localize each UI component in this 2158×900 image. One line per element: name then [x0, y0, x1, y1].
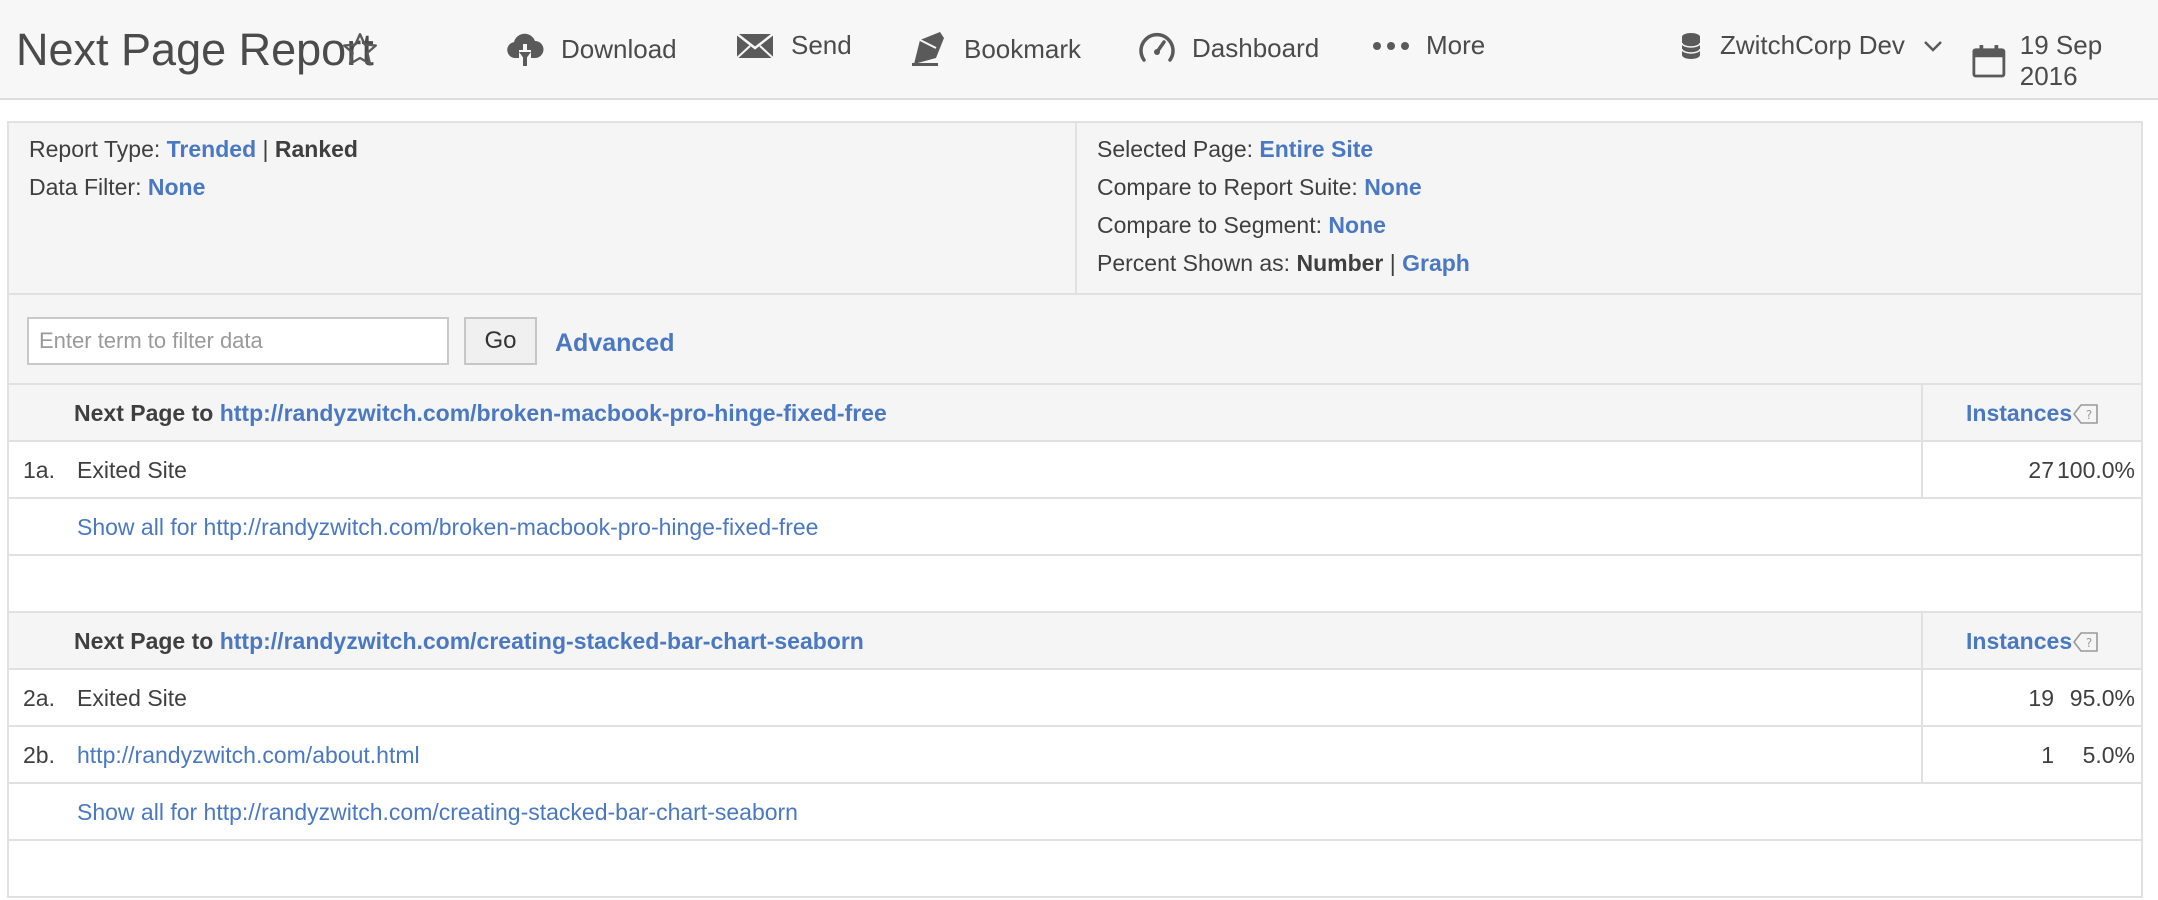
- instances-column-header[interactable]: Instances: [1966, 400, 2072, 427]
- row-label: Exited Site: [77, 457, 187, 483]
- section-page-link[interactable]: http://randyzwitch.com/creating-stacked-…: [220, 628, 864, 654]
- selected-page-line: Selected Page: Entire Site: [1097, 136, 1373, 163]
- report-type-separator: |: [262, 136, 269, 162]
- info-divider: [1075, 123, 1077, 293]
- advanced-filter-link[interactable]: Advanced: [555, 329, 674, 358]
- compare-suite-link[interactable]: None: [1364, 174, 1422, 200]
- table-row[interactable]: 2b. http://randyzwitch.com/about.html 1 …: [9, 727, 2141, 784]
- metric-help-icon[interactable]: ?: [2073, 403, 2099, 430]
- selected-page-label: Selected Page:: [1097, 136, 1254, 162]
- percent-graph-link[interactable]: Graph: [1402, 250, 1470, 276]
- next-page-prefix: Next Page to: [74, 400, 214, 426]
- page-title: Next Page Report: [16, 24, 374, 75]
- instances-count: 19: [2028, 685, 2054, 711]
- column-divider: [1921, 385, 1923, 440]
- spacer-row: [9, 556, 2141, 613]
- table-header-row: Next Page to http://randyzwitch.com/brok…: [9, 385, 2141, 442]
- bookmark-button[interactable]: Bookmark: [908, 30, 1081, 68]
- show-all-row: Show all for http://randyzwitch.com/brok…: [9, 499, 2141, 556]
- cloud-download-icon: [507, 33, 544, 66]
- section-1-table: Next Page to http://randyzwitch.com/brok…: [7, 385, 2143, 613]
- svg-text:?: ?: [2086, 408, 2092, 422]
- row-index: 2a.: [23, 685, 55, 711]
- compare-segment-label: Compare to Segment:: [1097, 212, 1323, 238]
- calendar-icon: [1972, 45, 2006, 78]
- compare-suite-line: Compare to Report Suite: None: [1097, 174, 1422, 201]
- column-divider: [1921, 727, 1923, 782]
- database-icon: [1681, 32, 1701, 59]
- more-dots-icon: [1373, 41, 1409, 50]
- percent-shown-label: Percent Shown as:: [1097, 250, 1291, 276]
- selected-page-link[interactable]: Entire Site: [1259, 136, 1373, 162]
- gauge-icon: [1139, 32, 1175, 62]
- data-filter-link[interactable]: None: [148, 174, 206, 200]
- table-row[interactable]: 2a. Exited Site 19 95.0%: [9, 670, 2141, 727]
- column-divider: [1921, 613, 1923, 668]
- compare-segment-link[interactable]: None: [1328, 212, 1386, 238]
- date-picker[interactable]: 19 Sep 2016: [1972, 30, 2158, 92]
- section-header-label: Next Page to http://randyzwitch.com/crea…: [74, 628, 864, 655]
- date-label: 19 Sep 2016: [2019, 30, 2103, 91]
- favorite-star-icon[interactable]: [340, 30, 380, 75]
- section-header-label: Next Page to http://randyzwitch.com/brok…: [74, 400, 887, 427]
- percent-number-option: Number: [1296, 250, 1384, 276]
- column-divider: [1921, 442, 1923, 497]
- data-filter-line: Data Filter: None: [29, 174, 205, 201]
- report-suite-selector[interactable]: ZwitchCorp Dev: [1680, 30, 1943, 61]
- bookmark-label: Bookmark: [964, 33, 1082, 64]
- bookmark-icon: [912, 32, 944, 66]
- report-type-line: Report Type: Trended | Ranked: [29, 136, 358, 163]
- column-divider: [1921, 670, 1923, 725]
- row-index: 2b.: [23, 742, 55, 768]
- send-button[interactable]: Send: [735, 30, 852, 61]
- go-button[interactable]: Go: [464, 317, 537, 365]
- spacer-row: [9, 841, 2141, 898]
- envelope-icon: [736, 32, 774, 59]
- show-all-row: Show all for http://randyzwitch.com/crea…: [9, 784, 2141, 841]
- instances-column-header[interactable]: Instances: [1966, 628, 2072, 655]
- chevron-down-icon: [1924, 40, 1942, 52]
- download-label: Download: [561, 33, 677, 64]
- table-row[interactable]: 1a. Exited Site 27 100.0%: [9, 442, 2141, 499]
- row-page-link[interactable]: http://randyzwitch.com/about.html: [77, 742, 420, 769]
- section-2-table: Next Page to http://randyzwitch.com/crea…: [7, 613, 2143, 898]
- instances-percent: 5.0%: [2082, 742, 2135, 768]
- report-settings-panel: Report Type: Trended | Ranked Data Filte…: [7, 121, 2143, 295]
- show-all-link[interactable]: Show all for http://randyzwitch.com/crea…: [77, 799, 798, 826]
- compare-segment-line: Compare to Segment: None: [1097, 212, 1386, 239]
- compare-suite-label: Compare to Report Suite:: [1097, 174, 1358, 200]
- more-label: More: [1426, 30, 1486, 60]
- table-header-row: Next Page to http://randyzwitch.com/crea…: [9, 613, 2141, 670]
- report-suite-label: ZwitchCorp Dev: [1720, 30, 1905, 60]
- dashboard-button[interactable]: Dashboard: [1138, 30, 1319, 66]
- download-button[interactable]: Download: [505, 30, 677, 68]
- section-page-link[interactable]: http://randyzwitch.com/broken-macbook-pr…: [220, 400, 887, 426]
- next-page-prefix: Next Page to: [74, 628, 214, 654]
- instances-percent: 100.0%: [2056, 457, 2135, 483]
- row-label: Exited Site: [77, 685, 187, 711]
- send-label: Send: [791, 30, 852, 60]
- instances-percent: 95.0%: [2069, 685, 2135, 711]
- filter-bar: Go Advanced: [7, 295, 2143, 385]
- percent-separator: |: [1389, 250, 1396, 276]
- report-type-label: Report Type:: [29, 136, 161, 162]
- top-bar: Next Page Report Download Send Bookmark …: [0, 0, 2158, 100]
- data-filter-label: Data Filter:: [29, 174, 142, 200]
- show-all-link[interactable]: Show all for http://randyzwitch.com/brok…: [77, 514, 818, 541]
- svg-text:?: ?: [2086, 636, 2092, 650]
- dashboard-label: Dashboard: [1192, 32, 1320, 63]
- instances-count: 27: [2028, 457, 2054, 483]
- filter-search-input[interactable]: [27, 317, 449, 365]
- more-button[interactable]: More: [1372, 30, 1485, 61]
- report-type-ranked: Ranked: [274, 136, 358, 162]
- instances-count: 1: [2041, 742, 2054, 768]
- metric-help-icon[interactable]: ?: [2073, 631, 2099, 658]
- report-type-trended-link[interactable]: Trended: [167, 136, 256, 162]
- row-index: 1a.: [23, 457, 55, 483]
- percent-shown-line: Percent Shown as: Number | Graph: [1097, 250, 1470, 277]
